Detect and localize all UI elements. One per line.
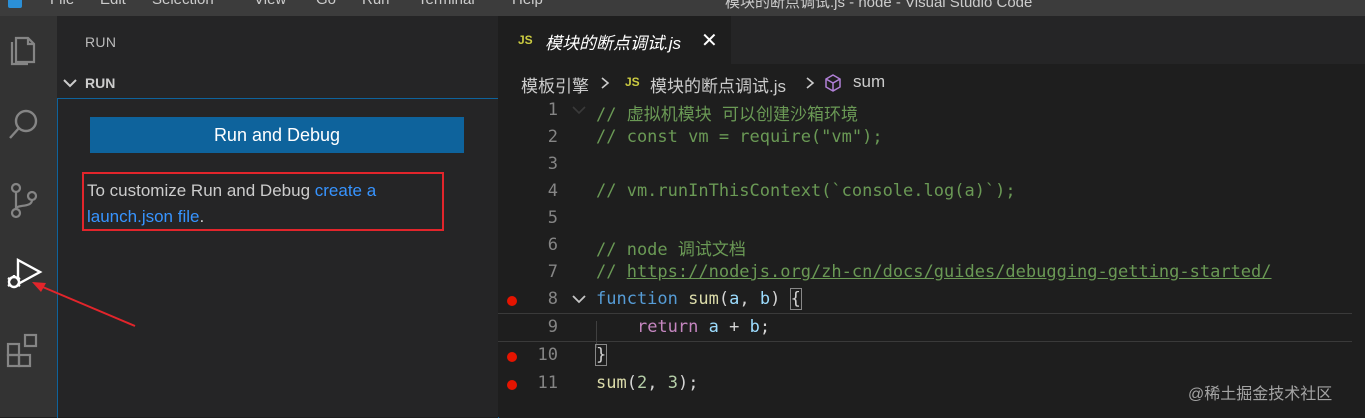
run-and-debug-button[interactable]: Run and Debug [90, 117, 464, 153]
code-line: 4 // vm.runInThisContext(`console.log(a)… [498, 178, 1365, 205]
explorer-icon[interactable] [4, 28, 44, 68]
line-number: 2 [547, 127, 558, 147]
punct: ); [677, 373, 699, 393]
fold-chevron-icon[interactable] [570, 101, 588, 119]
menu-bar: File Edit Selection View Go Run Terminal… [0, 0, 1365, 16]
param: a [729, 289, 740, 309]
code-line: 5 [498, 205, 1365, 232]
docs-link[interactable]: https://nodejs.org/zh-cn/docs/guides/deb… [627, 262, 1272, 282]
matched-bracket: } [594, 344, 608, 366]
punct: , [647, 373, 668, 393]
hint-end: . [199, 207, 205, 226]
line-number: 4 [547, 181, 558, 201]
punct: ) [770, 289, 791, 309]
line-number: 11 [537, 373, 558, 393]
code-text: // const vm = require("vm"); [596, 127, 883, 147]
code-line: 2 // const vm = require("vm"); [498, 124, 1365, 151]
comment-prefix: // [596, 262, 627, 282]
punct: ; [759, 317, 771, 337]
run-debug-icon[interactable] [4, 254, 44, 294]
run-section-label: RUN [85, 75, 116, 91]
menu-view[interactable]: View [254, 0, 286, 8]
punct: ( [718, 289, 730, 309]
highlight-box: To customize Run and Debug create a laun… [82, 172, 444, 231]
keyword: return [636, 317, 699, 337]
menu-go[interactable]: Go [316, 0, 336, 8]
line-number: 9 [547, 317, 558, 337]
code-text: } [594, 344, 608, 366]
code-line: 8 function sum(a, b) { [498, 286, 1365, 313]
run-section-header[interactable]: RUN [57, 70, 498, 98]
menu-terminal[interactable]: Terminal [418, 0, 475, 8]
chevron-right-icon [601, 77, 610, 89]
window-title: 模块的断点调试.js - node - Visual Studio Code [725, 0, 1033, 11]
code-line: 3 [498, 151, 1365, 178]
chevron-right-icon [806, 77, 815, 89]
close-icon[interactable]: ✕ [701, 28, 718, 53]
run-sidebar: RUN RUN Run and Debug To customize Run a… [57, 16, 499, 418]
code-text: // node 调试文档 [596, 240, 746, 260]
code-text: // 虚拟机模块 可以创建沙箱环境 [596, 105, 858, 125]
punct: ( [626, 373, 637, 393]
code-text: sum(2, 3); [596, 373, 698, 393]
menu-help[interactable]: Help [512, 0, 543, 8]
line-number: 1 [547, 100, 558, 120]
punct: , [739, 289, 760, 309]
extensions-icon[interactable] [4, 330, 44, 370]
line-number: 7 [547, 262, 558, 282]
line-number: 8 [547, 289, 558, 309]
param: b [749, 317, 760, 337]
code-text: // https://nodejs.org/zh-cn/docs/guides/… [596, 262, 1272, 282]
code-text: function sum(a, b) { [596, 288, 802, 310]
method-cube-icon [825, 74, 841, 92]
tab-module-debug[interactable]: JS 模块的断点调试.js ✕ [498, 16, 731, 64]
matched-bracket: { [789, 288, 802, 310]
line-number: 10 [537, 345, 558, 365]
param: b [759, 289, 771, 309]
js-file-icon: JS [625, 75, 640, 89]
code-line: 10 } [498, 342, 1365, 369]
breadcrumb-file[interactable]: 模块的断点调试.js [650, 72, 786, 97]
hint-text: To customize Run and Debug [87, 181, 315, 200]
editor-scrollbar[interactable] [1352, 100, 1365, 417]
search-icon[interactable] [4, 104, 44, 144]
param: a [708, 317, 719, 337]
line-number: 6 [547, 235, 558, 255]
watermark: @稀土掘金技术社区 [1188, 386, 1333, 403]
line-number: 5 [547, 208, 558, 228]
editor-tab-bar: JS 模块的断点调试.js ✕ [498, 16, 1365, 64]
fold-chevron-icon[interactable] [570, 290, 588, 308]
activity-bar [0, 16, 57, 417]
js-file-icon: JS [518, 33, 533, 47]
code-editor[interactable]: 1 // 虚拟机模块 可以创建沙箱环境 2 // const vm = requ… [498, 97, 1365, 417]
function-name: sum [596, 373, 627, 393]
number: 2 [636, 373, 648, 393]
code-line: 1 // 虚拟机模块 可以创建沙箱环境 [498, 97, 1365, 125]
code-text: // vm.runInThisContext(`console.log(a)`)… [596, 181, 1016, 201]
chevron-down-icon [63, 79, 77, 88]
code-line: 9 return a + b; [498, 313, 1365, 342]
source-control-icon[interactable] [4, 180, 44, 220]
keyword: function [596, 289, 678, 309]
menu-selection[interactable]: Selection [152, 0, 214, 8]
customize-hint: To customize Run and Debug create a laun… [87, 178, 437, 230]
breadcrumb-folder[interactable]: 模板引擎 [521, 72, 589, 97]
code-line: 7 // https://nodejs.org/zh-cn/docs/guide… [498, 259, 1365, 286]
vscode-logo-icon [8, 0, 22, 8]
code-line: 6 // node 调试文档 [498, 232, 1365, 260]
number: 3 [667, 373, 678, 393]
menu-run[interactable]: Run [362, 0, 390, 8]
sidebar-title: RUN [85, 34, 117, 50]
function-name: sum [688, 289, 719, 309]
operator: + [718, 317, 750, 337]
code-text: return a + b; [596, 317, 770, 337]
tab-label: 模块的断点调试.js [545, 34, 681, 53]
menu-edit[interactable]: Edit [100, 0, 126, 8]
breadcrumb-symbol[interactable]: sum [853, 72, 885, 92]
breadcrumb: 模板引擎 JS 模块的断点调试.js sum [498, 64, 1365, 100]
menu-file[interactable]: File [50, 0, 74, 8]
line-number: 3 [547, 154, 558, 174]
